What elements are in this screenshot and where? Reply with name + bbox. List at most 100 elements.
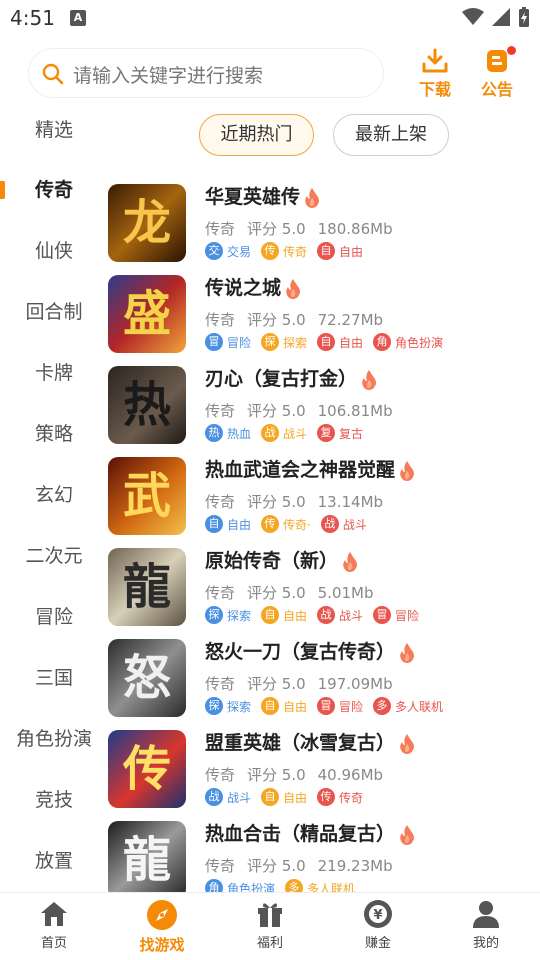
active-indicator (0, 181, 5, 199)
tab-hot[interactable]: 近期热门 (199, 114, 314, 156)
game-size: 180.86Mb (317, 220, 393, 238)
hot-fire-icon (400, 733, 415, 754)
game-icon[interactable]: 盛 (108, 275, 186, 353)
game-list-item[interactable]: 龍 原始传奇（新） 传奇 评分 5.0 5.01Mb 探探索自自由战战斗冒冒险 (108, 544, 540, 632)
game-tag: 传传奇 (317, 788, 363, 806)
status-time: 4:51 (10, 6, 55, 30)
tag-label: 战斗 (339, 608, 364, 623)
game-icon[interactable]: 传 (108, 730, 186, 808)
game-rating: 评分 5.0 (247, 402, 306, 420)
game-title[interactable]: 原始传奇（新） (205, 546, 358, 573)
game-tags: 交交易传传奇自自由 (205, 242, 363, 260)
tag-badge-icon: 自 (261, 788, 280, 806)
game-category: 传奇 (205, 766, 236, 784)
game-category: 传奇 (205, 675, 236, 693)
game-name-text: 热血合击（精品复古） (205, 823, 396, 845)
sidebar-item-juesebanyan[interactable]: 角色扮演 (0, 719, 108, 759)
nav-home[interactable]: 首页 (0, 899, 108, 959)
tag-badge-icon: 传 (317, 788, 336, 806)
game-icon[interactable]: 热 (108, 366, 186, 444)
game-list-item[interactable]: 热 刃心（复古打金） 传奇 评分 5.0 106.81Mb 热热血战战斗复复古 (108, 362, 540, 450)
download-label: 下载 (418, 80, 451, 99)
sidebar-item-xianxia[interactable]: 仙侠 (0, 231, 108, 271)
game-icon[interactable]: 龍 (108, 821, 186, 899)
sidebar-item-xuanhuan[interactable]: 玄幻 (0, 475, 108, 515)
hot-fire-icon (343, 551, 358, 572)
sidebar-item-maoxian[interactable]: 冒险 (0, 597, 108, 637)
game-title[interactable]: 热血武道会之神器觉醒 (205, 455, 415, 482)
game-list-item[interactable]: 传 盟重英雄（冰雪复古） 传奇 评分 5.0 40.96Mb 战战斗自自由传传奇 (108, 726, 540, 814)
gift-icon (258, 903, 282, 927)
nav-mine[interactable]: 我的 (432, 899, 540, 959)
game-tag: 自自由 (261, 697, 307, 715)
sidebar-item-chuanqi[interactable]: 传奇 (0, 170, 108, 210)
nav-earn[interactable]: ¥ 赚金 (324, 899, 432, 959)
tag-label: 冒险 (227, 335, 252, 350)
game-meta: 传奇 评分 5.0 106.81Mb (205, 400, 405, 421)
sidebar-item-fangzhi[interactable]: 放置 (0, 841, 108, 881)
tag-badge-icon: 自 (317, 242, 336, 260)
game-list-item[interactable]: 怒 怒火一刀（复古传奇） 传奇 评分 5.0 197.09Mb 探探索自自由冒冒险多多人联… (108, 635, 540, 723)
game-title[interactable]: 热血合击（精品复古） (205, 819, 415, 846)
game-title[interactable]: 华夏英雄传 (205, 182, 320, 209)
game-title[interactable]: 刃心（复古打金） (205, 364, 377, 391)
tag-badge-icon: 战 (205, 788, 223, 806)
sidebar-item-huihezhi[interactable]: 回合制 (0, 292, 108, 332)
game-title[interactable]: 盟重英雄（冰雪复古） (205, 728, 415, 755)
sidebar-item-jingxuan[interactable]: 精选 (0, 110, 108, 150)
game-meta: 传奇 评分 5.0 40.96Mb (205, 764, 395, 785)
tag-badge-icon: 交 (205, 242, 223, 260)
hot-fire-icon (362, 369, 377, 390)
game-meta: 传奇 评分 5.0 72.27Mb (205, 309, 395, 330)
search-input[interactable]: 请输入关键字进行搜索 (28, 48, 384, 98)
sidebar-item-erciyuan[interactable]: 二次元 (0, 536, 108, 576)
status-icons (462, 7, 530, 27)
game-tags: 战战斗自自由传传奇 (205, 788, 363, 806)
game-icon-art: 热 (122, 377, 171, 433)
sidebar-item-jingji[interactable]: 竞技 (0, 780, 108, 820)
game-icon[interactable]: 武 (108, 457, 186, 535)
tab-new[interactable]: 最新上架 (333, 114, 449, 156)
game-category: 传奇 (205, 584, 236, 602)
game-tag: 传传奇 (261, 242, 307, 260)
game-icon-art: 龍 (122, 832, 171, 888)
tag-label: 交易 (227, 244, 252, 259)
game-title[interactable]: 怒火一刀（复古传奇） (205, 637, 415, 664)
nav-label: 赚金 (364, 936, 391, 951)
game-name-text: 传说之城 (205, 277, 282, 299)
game-title[interactable]: 传说之城 (205, 273, 301, 300)
game-meta: 传奇 评分 5.0 197.09Mb (205, 673, 405, 694)
game-category: 传奇 (205, 311, 236, 329)
game-icon-art: 传 (122, 741, 171, 797)
tag-label: 自由 (339, 335, 364, 350)
sidebar-item-sanguo[interactable]: 三国 (0, 658, 108, 698)
game-list-item[interactable]: 龙华夏英雄传 传奇 评分 5.0 180.86Mb 交交易传传奇自自由 (108, 180, 540, 268)
sidebar-item-kapai[interactable]: 卡牌 (0, 353, 108, 393)
game-category: 传奇 (205, 402, 236, 420)
game-icon-art: 龍 (122, 559, 171, 615)
nav-find-games[interactable]: 找游戏 (108, 899, 216, 959)
tag-badge-icon: 传 (261, 242, 280, 260)
game-icon[interactable]: 怒 (108, 639, 186, 717)
bottom-nav: 首页 找游戏 福利 ¥ 赚金 我的 (0, 892, 540, 960)
download-button[interactable]: 下载 (410, 48, 460, 100)
game-tag: 传传奇· (261, 515, 311, 533)
game-icon[interactable]: 龙 (108, 184, 186, 262)
tag-badge-icon: 传 (261, 515, 280, 533)
notice-button[interactable]: 公告 (472, 46, 522, 100)
game-size: 197.09Mb (317, 675, 393, 693)
game-list-item[interactable]: 武 热血武道会之神器觉醒 传奇 评分 5.0 13.14Mb 自自由传传奇· 战战斗 (108, 453, 540, 541)
nav-label: 福利 (256, 936, 283, 951)
game-tags: 冒冒险探探索自自由角角色扮演 (205, 333, 443, 351)
game-size: 106.81Mb (317, 402, 393, 420)
game-icon[interactable]: 龍 (108, 548, 186, 626)
game-tag: 自自由 (317, 333, 363, 351)
tag-label: 多人联机 (395, 699, 444, 714)
tag-badge-icon: 多 (373, 697, 392, 715)
sidebar-item-celue[interactable]: 策略 (0, 414, 108, 454)
game-list-item[interactable]: 盛 传说之城传奇 评分 5.0 72.27Mb 冒冒险探探索自自由角角色扮演 (108, 271, 540, 359)
game-tag: 战战斗 (261, 424, 307, 442)
hot-fire-icon (400, 460, 415, 481)
game-tag: 复复古 (317, 424, 363, 442)
nav-welfare[interactable]: 福利 (216, 899, 324, 959)
